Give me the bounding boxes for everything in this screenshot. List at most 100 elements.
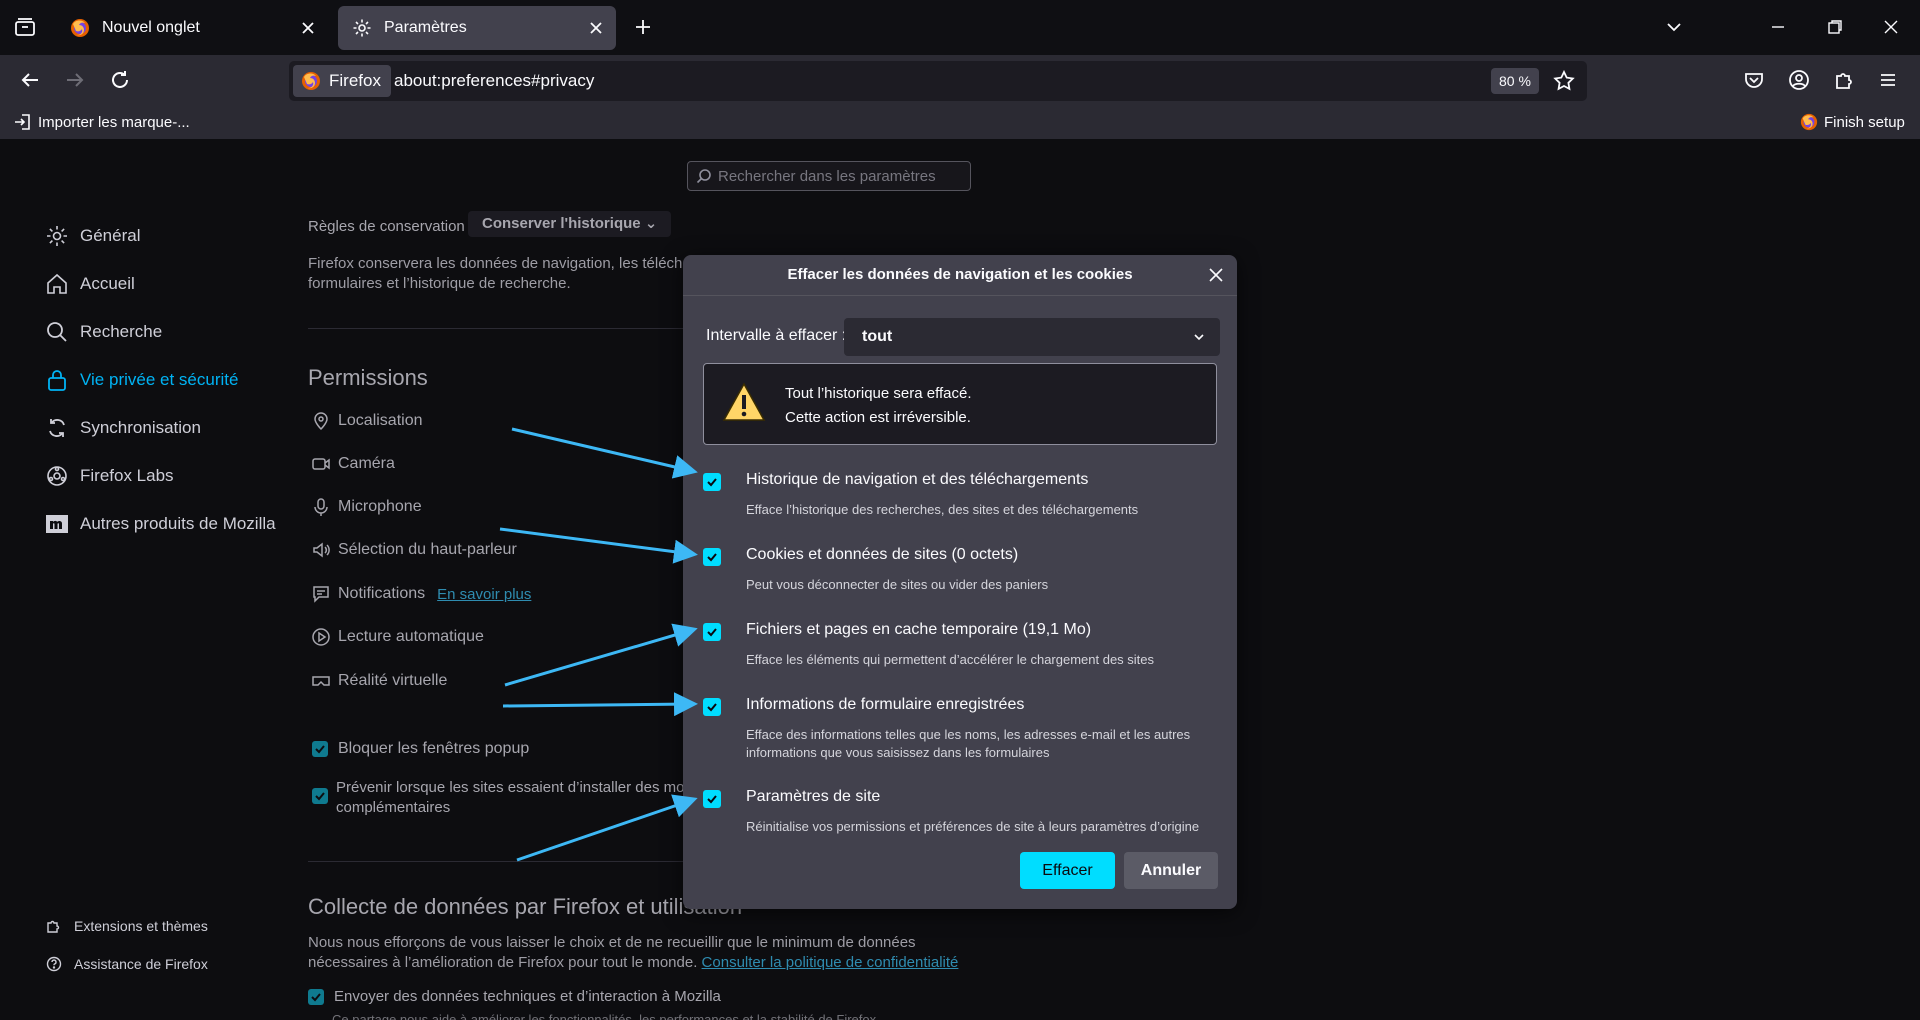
clear-button[interactable]: Effacer bbox=[1020, 852, 1115, 889]
send-data-row[interactable]: Envoyer des données techniques et d’inte… bbox=[308, 988, 721, 1005]
settings-search-box[interactable] bbox=[687, 161, 971, 191]
camera-icon bbox=[310, 453, 332, 475]
tab-settings[interactable]: Paramètres bbox=[338, 6, 616, 50]
new-tab-plus-icon[interactable] bbox=[630, 14, 656, 40]
sidebar-item-label: Firefox Labs bbox=[80, 466, 174, 485]
close-tab-icon[interactable] bbox=[298, 18, 318, 38]
permission-notifications[interactable]: Notifications En savoir plus bbox=[310, 583, 531, 605]
cache-checkbox[interactable] bbox=[703, 623, 721, 641]
speaker-icon bbox=[310, 539, 332, 561]
close-icon[interactable] bbox=[1205, 264, 1227, 286]
identity-box[interactable]: Firefox bbox=[293, 65, 391, 97]
permission-location[interactable]: Localisation bbox=[310, 410, 423, 432]
account-icon[interactable] bbox=[1785, 66, 1813, 94]
sidebar-footer-support[interactable]: Assistance de Firefox bbox=[46, 956, 208, 972]
form-data-checkbox[interactable] bbox=[703, 698, 721, 716]
cancel-button[interactable]: Annuler bbox=[1124, 852, 1218, 889]
send-data-checkbox[interactable] bbox=[308, 988, 324, 1005]
sidebar-item-label: Accueil bbox=[80, 274, 135, 293]
permission-microphone[interactable]: Microphone bbox=[310, 496, 422, 518]
url-text[interactable]: about:preferences#privacy bbox=[394, 71, 594, 91]
history-checkbox[interactable] bbox=[703, 473, 721, 491]
sidebar-item-privacy[interactable]: Vie privée et sécurité bbox=[44, 367, 238, 393]
close-tab-icon[interactable] bbox=[586, 18, 606, 38]
site-settings-checkbox[interactable] bbox=[703, 790, 721, 808]
history-desc-line2: formulaires et l’historique de recherche… bbox=[308, 275, 571, 292]
back-arrow-icon[interactable] bbox=[16, 66, 44, 94]
sidebar-item-mozilla-products[interactable]: Autres produits de Mozilla bbox=[44, 511, 276, 537]
block-popups-row[interactable]: Bloquer les fenêtres popup bbox=[312, 740, 529, 758]
sidebar-item-sync[interactable]: Synchronisation bbox=[44, 415, 201, 441]
finish-setup-item[interactable]: Finish setup bbox=[1800, 113, 1905, 131]
history-rule-value: Conserver l'historique bbox=[482, 215, 641, 232]
option-label: Paramètres de site bbox=[746, 788, 881, 805]
privacy-policy-link[interactable]: Consulter la politique de confidentialit… bbox=[702, 954, 959, 971]
option-label: Fichiers et pages en cache temporaire (1… bbox=[746, 621, 1092, 638]
sidebar-item-home[interactable]: Accueil bbox=[44, 271, 135, 297]
extensions-puzzle-icon[interactable] bbox=[1830, 66, 1858, 94]
sidebar-footer-label: Assistance de Firefox bbox=[74, 956, 208, 972]
restore-icon[interactable] bbox=[1822, 14, 1848, 40]
data-collection-desc-line2: nécessaires à l’amélioration de Firefox … bbox=[308, 954, 958, 971]
tab-strip: Nouvel onglet Paramètres bbox=[0, 0, 1920, 55]
import-bookmarks-label: Importer les marque-... bbox=[38, 113, 190, 131]
url-bar[interactable]: Firefox about:preferences#privacy 80 % bbox=[289, 61, 1587, 101]
minimize-icon[interactable] bbox=[1765, 14, 1791, 40]
warn-addons-line1: Prévenir lorsque les sites essaient d’in… bbox=[336, 779, 693, 796]
search-input[interactable] bbox=[716, 166, 960, 186]
history-rule-select[interactable]: Conserver l'historique ⌄ bbox=[468, 211, 672, 237]
tab-new-tab[interactable]: Nouvel onglet bbox=[56, 6, 328, 50]
sidebar-footer-label: Extensions et thèmes bbox=[74, 918, 208, 934]
dialog-title: Effacer les données de navigation et les… bbox=[683, 255, 1237, 296]
sidebar-item-label: Autres produits de Mozilla bbox=[80, 514, 276, 533]
sidebar-item-search[interactable]: Recherche bbox=[44, 319, 162, 345]
cookies-checkbox[interactable] bbox=[703, 548, 721, 566]
chevron-down-icon bbox=[1192, 330, 1206, 344]
range-select[interactable]: tout bbox=[844, 318, 1220, 356]
sidebar-item-label: Synchronisation bbox=[80, 418, 201, 437]
finish-setup-label: Finish setup bbox=[1824, 113, 1905, 131]
close-window-icon[interactable] bbox=[1878, 14, 1904, 40]
divider bbox=[308, 328, 688, 329]
vr-icon bbox=[310, 670, 332, 692]
permission-label: Localisation bbox=[338, 412, 423, 429]
microphone-icon bbox=[310, 496, 332, 518]
learn-more-link[interactable]: En savoir plus bbox=[437, 586, 531, 603]
pocket-icon[interactable] bbox=[1740, 66, 1768, 94]
gear-icon bbox=[44, 223, 70, 249]
warning-icon bbox=[722, 382, 766, 422]
search-icon bbox=[44, 319, 70, 345]
menu-hamburger-icon[interactable] bbox=[1874, 66, 1902, 94]
firefox-logo-icon bbox=[1800, 113, 1818, 131]
preferences-page: Général Accueil Recherche Vie privée et … bbox=[0, 139, 1920, 1020]
option-label: Cookies et données de sites (0 octets) bbox=[746, 546, 1019, 563]
forward-arrow-icon[interactable] bbox=[61, 66, 89, 94]
option-desc: Efface des informations telles que les n… bbox=[746, 727, 1191, 760]
zoom-indicator[interactable]: 80 % bbox=[1491, 68, 1539, 94]
firefox-logo-icon bbox=[302, 72, 320, 90]
sidebar-item-firefox-labs[interactable]: Firefox Labs bbox=[44, 463, 174, 489]
range-value: tout bbox=[862, 328, 893, 345]
sidebar-item-label: Recherche bbox=[80, 322, 163, 341]
permission-label: Sélection du haut-parleur bbox=[338, 541, 517, 558]
clear-data-dialog: Effacer les données de navigation et les… bbox=[683, 255, 1237, 909]
sidebar-item-general[interactable]: Général bbox=[44, 223, 140, 249]
list-tabs-chevron-icon[interactable] bbox=[1661, 14, 1687, 40]
permission-autoplay[interactable]: Lecture automatique bbox=[310, 626, 484, 648]
permission-vr[interactable]: Réalité virtuelle bbox=[310, 670, 447, 692]
bookmark-star-icon[interactable] bbox=[1553, 70, 1575, 92]
sidebar-footer-extensions[interactable]: Extensions et thèmes bbox=[46, 918, 208, 934]
warning-box: Tout l’historique sera effacé. Cette act… bbox=[703, 363, 1217, 445]
history-desc-line1: Firefox conservera les données de naviga… bbox=[308, 255, 691, 272]
data-collection-desc-line1: Nous nous efforçons de vous laisser le c… bbox=[308, 934, 916, 951]
permission-label: Réalité virtuelle bbox=[338, 672, 448, 689]
permission-camera[interactable]: Caméra bbox=[310, 453, 395, 475]
import-bookmarks-item[interactable]: Importer les marque-... bbox=[14, 113, 190, 131]
option-desc: Peut vous déconnecter de sites ou vider … bbox=[746, 577, 1049, 592]
block-popups-checkbox[interactable] bbox=[312, 741, 328, 757]
warn-addons-checkbox[interactable] bbox=[312, 788, 328, 804]
permission-speaker[interactable]: Sélection du haut-parleur bbox=[310, 539, 517, 561]
option-desc: Efface l’historique des recherches, des … bbox=[746, 502, 1139, 517]
reload-icon[interactable] bbox=[106, 66, 134, 94]
firefox-view-icon[interactable] bbox=[12, 14, 38, 40]
